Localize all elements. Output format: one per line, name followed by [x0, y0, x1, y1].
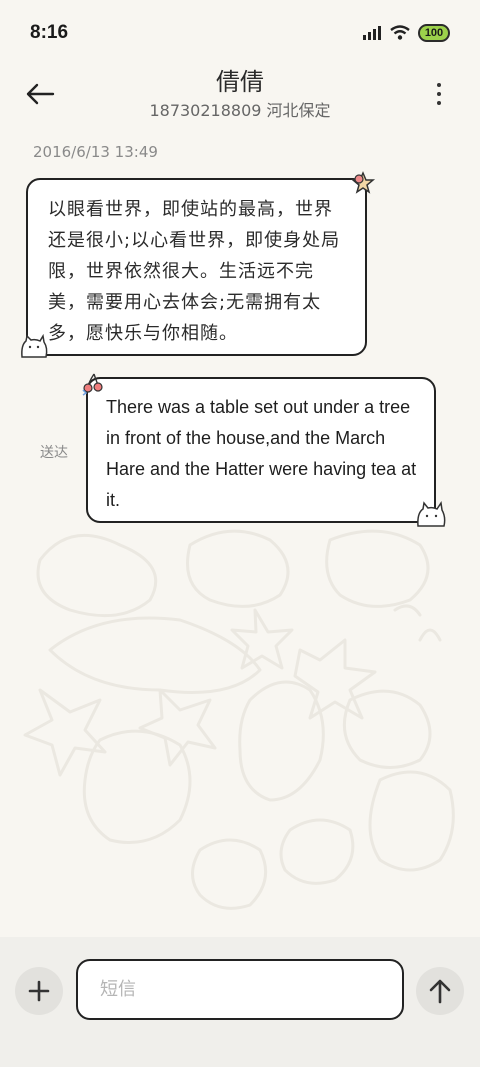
signal-icon [363, 26, 381, 40]
contact-name: 倩倩 [216, 68, 264, 96]
conversation-header: 倩倩 18730218809 河北保定 [0, 64, 480, 128]
add-attachment-button[interactable] [15, 967, 63, 1015]
wifi-icon [390, 25, 410, 40]
cat-sticker-icon [21, 333, 48, 358]
star-sticker-icon [350, 171, 376, 194]
arrow-up-icon [429, 979, 451, 1004]
send-button[interactable] [416, 967, 464, 1015]
incoming-message-bubble[interactable]: 以眼看世界，即使站的最高，世界还是很小;以心看世界，即使身处局限，世界依然很大。… [26, 178, 367, 356]
more-vertical-icon [437, 83, 441, 87]
message-input-box[interactable] [76, 959, 404, 1020]
back-button[interactable] [20, 78, 60, 110]
status-time: 8:16 [30, 22, 69, 43]
outgoing-message-text: There was a table set out under a tree i… [106, 397, 417, 510]
outgoing-message-bubble[interactable]: There was a table set out under a tree i… [86, 377, 436, 523]
message-timestamp: 2016/6/13 13:49 [33, 143, 158, 161]
plus-icon [28, 980, 50, 1002]
status-icons: 100 [362, 24, 450, 42]
delivery-status: 送达 [40, 445, 68, 461]
message-input[interactable] [100, 979, 390, 1000]
cherry-sticker-icon [82, 373, 103, 396]
status-bar: 8:16 100 [0, 0, 480, 66]
cat-sticker-icon [417, 500, 446, 527]
header-title: 倩倩 18730218809 河北保定 [80, 66, 400, 122]
incoming-message-text: 以眼看世界，即使站的最高，世界还是很小;以心看世界，即使身处局限，世界依然很大。… [48, 199, 341, 344]
contact-info: 18730218809 河北保定 [149, 101, 331, 120]
arrow-left-icon [26, 83, 55, 105]
more-options-button[interactable] [432, 78, 446, 110]
battery-indicator: 100 [418, 24, 450, 42]
